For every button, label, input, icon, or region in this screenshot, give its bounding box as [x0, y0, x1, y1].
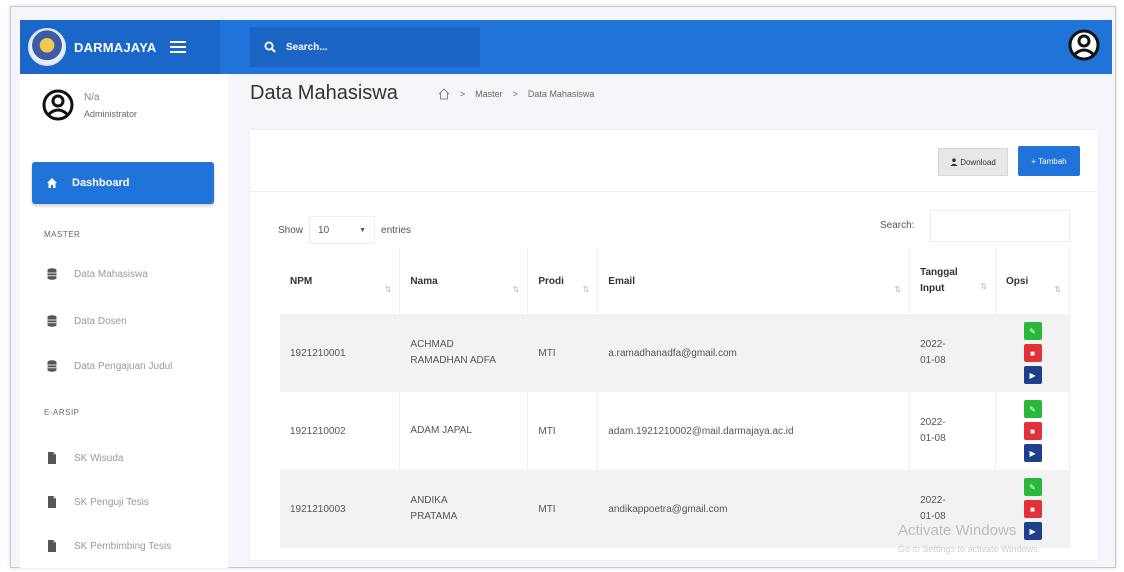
entries-control: Show 10 ▼ entries [278, 216, 411, 244]
sidebar-section-master: MASTER [44, 230, 81, 239]
sidebar-item-label: SK Wisuda [74, 452, 124, 464]
card-header: Download + Tambah [250, 130, 1098, 192]
column-header-opsi[interactable]: Opsi ⇅ [995, 248, 1070, 314]
cell-prodi: MTI [527, 392, 599, 470]
hamburger-menu-icon[interactable] [170, 41, 187, 53]
detail-button[interactable]: ▶ [1023, 366, 1042, 384]
sidebar-item-label: SK Pembimbing Tesis [74, 540, 172, 552]
caret-down-icon: ▼ [359, 226, 367, 234]
brand[interactable]: DARMAJAYA [20, 20, 220, 74]
sidebar-item-label: Dashboard [72, 177, 130, 189]
sidebar-item-sk-penguji-tesis[interactable]: SK Penguji Tesis [46, 496, 149, 508]
cell-email: adam.1921210002@mail.darmajaya.ac.id [597, 392, 911, 470]
darmajaya-logo-icon [28, 28, 66, 66]
breadcrumb-current: Data Mahasiswa [527, 88, 595, 99]
cell-email: andikappoetra@gmail.com [597, 470, 911, 548]
table-row: 1921210001 ACHMAD RAMADHAN ADFA MTI a.ra… [280, 314, 1070, 392]
content-header: Data Mahasiswa > Master > Data Mahasiswa [250, 82, 594, 105]
user-name: N/a [84, 91, 100, 103]
table-search-label: Search: [880, 220, 915, 231]
table-row: 1921210002 ADAM JAPAL MTI adam.192121000… [280, 392, 1070, 470]
edit-button[interactable]: ✎ [1023, 322, 1042, 340]
brand-name: DARMAJAYA [74, 39, 157, 55]
breadcrumb: > Master > Data Mahasiswa [438, 87, 595, 100]
search-icon [264, 41, 276, 53]
sidebar-item-label: Data Pengajuan Judul [74, 360, 173, 372]
sort-icon: ⇅ [512, 285, 520, 294]
delete-button[interactable]: ■ [1023, 344, 1042, 362]
edit-button[interactable]: ✎ [1023, 478, 1042, 496]
search-input[interactable] [286, 41, 466, 53]
sidebar: N/a Administrator Dashboard MASTER Data … [20, 74, 228, 568]
edit-button[interactable]: ✎ [1023, 400, 1042, 418]
detail-button[interactable]: ▶ [1023, 444, 1042, 462]
chevron-right-icon: > [459, 88, 466, 99]
entries-select[interactable]: 10 ▼ [309, 216, 376, 244]
user-role: Administrator [84, 108, 138, 119]
cell-nama: ACHMAD RAMADHAN ADFA [399, 314, 529, 392]
sort-icon: ⇅ [582, 285, 590, 294]
sidebar-section-earsip: E-ARSIP [44, 408, 80, 417]
cell-prodi: MTI [527, 314, 599, 392]
file-icon [48, 496, 56, 508]
cell-nama: ADAM JAPAL [399, 392, 529, 470]
user-avatar-icon[interactable] [1068, 28, 1100, 62]
cell-email: a.ramadhanadfa@gmail.com [597, 314, 911, 392]
sort-icon: ⇅ [894, 285, 902, 294]
cell-tanggal: 2022-01-08 [909, 392, 997, 470]
sort-icon: ⇅ [1054, 285, 1061, 294]
mahasiswa-table: NPM ⇅ Nama ⇅ Prodi ⇅ Email ⇅ Tanggal Input ⇅ … [280, 248, 1070, 548]
user-icon [950, 158, 958, 166]
chevron-right-icon: > [512, 88, 518, 99]
windows-activation-watermark: Activate Windows [898, 522, 1017, 539]
cell-opsi: ✎ ■ ▶ [995, 392, 1070, 470]
table-search-input[interactable] [930, 210, 1070, 242]
column-header-tanggal-input[interactable]: Tanggal Input ⇅ [909, 248, 997, 314]
sidebar-item-sk-wisuda[interactable]: SK Wisuda [46, 452, 123, 464]
sort-icon: ⇅ [980, 282, 988, 292]
sidebar-item-sk-pembimbing-tesis[interactable]: SK Pembimbing Tesis [46, 540, 171, 552]
column-header-nama[interactable]: Nama ⇅ [399, 248, 529, 314]
sidebar-item-label: Data Dosen [74, 315, 127, 327]
user-profile-icon [42, 89, 74, 121]
delete-button[interactable]: ■ [1023, 500, 1042, 518]
file-icon [48, 540, 56, 552]
delete-button[interactable]: ■ [1023, 422, 1042, 440]
sort-icon: ⇅ [384, 285, 392, 294]
sidebar-item-data-pengajuan-judul[interactable]: Data Pengajuan Judul [46, 360, 172, 372]
cell-nama: ANDIKA PRATAMA [399, 470, 529, 548]
breadcrumb-master[interactable]: Master [475, 89, 503, 99]
cell-tanggal: 2022-01-08 [909, 314, 997, 392]
column-header-prodi[interactable]: Prodi ⇅ [527, 248, 599, 314]
sidebar-item-label: Data Mahasiswa [74, 268, 148, 280]
home-icon [47, 178, 57, 188]
user-panel: N/a Administrator [42, 88, 137, 122]
file-icon [48, 452, 56, 464]
database-icon [47, 315, 57, 327]
add-button[interactable]: + Tambah [1018, 146, 1080, 176]
sidebar-item-dashboard[interactable]: Dashboard [32, 162, 214, 204]
database-icon [47, 360, 57, 372]
cell-npm: 1921210003 [280, 470, 401, 548]
cell-opsi: ✎ ■ ▶ [995, 314, 1070, 392]
sidebar-item-label: SK Penguji Tesis [74, 496, 149, 508]
cell-prodi: MTI [527, 470, 599, 548]
detail-button[interactable]: ▶ [1023, 522, 1042, 540]
data-card: Download + Tambah Show 10 ▼ entries Sear… [250, 130, 1098, 560]
column-header-npm[interactable]: NPM ⇅ [280, 248, 401, 314]
download-button[interactable]: Download [938, 148, 1008, 176]
top-search [250, 27, 480, 67]
cell-npm: 1921210002 [280, 392, 401, 470]
page-title: Data Mahasiswa [250, 82, 398, 104]
sidebar-item-data-dosen[interactable]: Data Dosen [46, 315, 127, 327]
cell-npm: 1921210001 [280, 314, 401, 392]
sidebar-item-data-mahasiswa[interactable]: Data Mahasiswa [46, 268, 148, 280]
database-icon [47, 268, 57, 280]
windows-activation-subtext: Go to Settings to activate Windows. [898, 544, 1041, 554]
home-icon[interactable] [438, 87, 450, 100]
column-header-email[interactable]: Email ⇅ [597, 248, 911, 314]
